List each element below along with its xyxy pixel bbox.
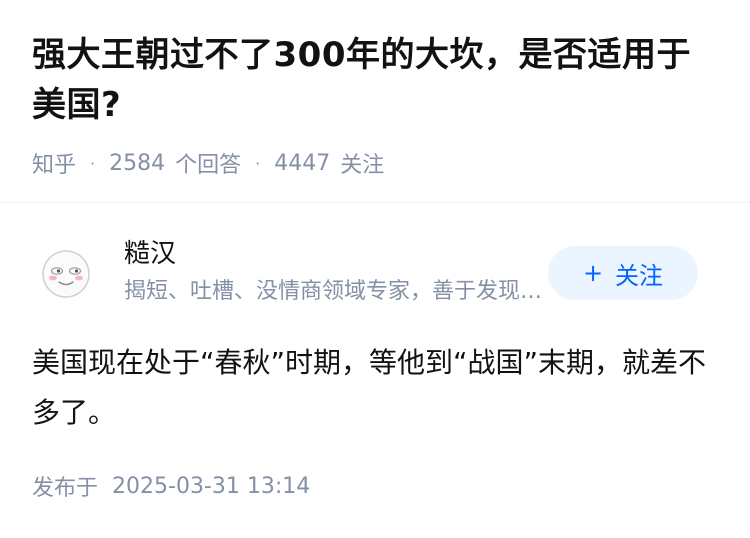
follow-button-label: 关注 [615,261,664,290]
question-header: 强大王朝过不了300年的大坎，是否适用于美国? 知乎 · 2584 个回答 · … [32,30,722,178]
author-name[interactable]: 糙汉 [124,236,176,272]
separator-dot: · [90,153,96,173]
follower-count-unit: 关注 [340,153,385,178]
answer-content: 美国现在处于“春秋”时期，等他到“战国”末期，就差不多了。 [32,346,707,429]
published-label: 发布于 [32,476,99,501]
author-bio: 揭短、吐槽、没情商领域专家，善于发现别人的缺点 [124,279,544,304]
publish-info: 发布于 2025-03-31 13:14 [32,470,310,502]
follow-button[interactable]: + 关注 [548,246,698,300]
divider [0,202,750,203]
answer-count-unit: 个回答 [175,153,242,178]
question-title[interactable]: 强大王朝过不了300年的大坎，是否适用于美国? [32,30,722,130]
answer-count: 2584 [109,150,166,176]
question-meta: 知乎 · 2584 个回答 · 4447 关注 [32,147,722,179]
source-label[interactable]: 知乎 [32,147,76,179]
published-time: 2025-03-31 13:14 [112,473,311,499]
avatar[interactable] [42,250,90,298]
plus-icon: + [582,259,604,287]
separator-dot: · [255,153,261,173]
follower-count: 4447 [274,150,331,176]
smiley-avatar-icon [42,250,90,298]
author-card: 糙汉 揭短、吐槽、没情商领域专家，善于发现别人的缺点 + 关注 [32,232,722,312]
